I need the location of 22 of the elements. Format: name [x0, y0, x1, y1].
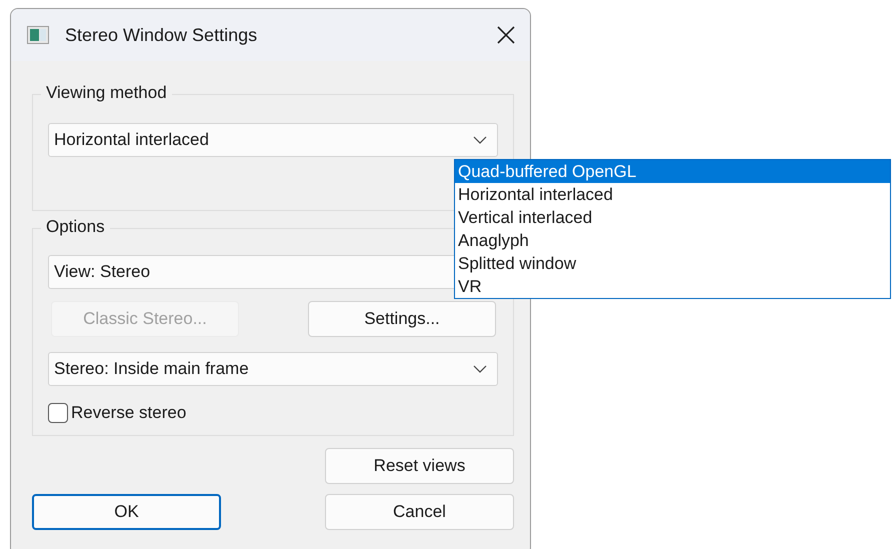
window-title: Stereo Window Settings	[65, 24, 258, 46]
dialog-button[interactable]: Cancel	[325, 494, 514, 530]
dialog-button[interactable]: Reset views	[325, 448, 514, 484]
option-button[interactable]: Settings...	[308, 301, 496, 337]
group-label: Options	[41, 217, 110, 237]
dropdown-option[interactable]: Splitted window	[455, 252, 890, 275]
dropdown-option[interactable]: Horizontal interlaced	[455, 183, 890, 206]
dropdown-option[interactable]: Quad-buffered OpenGL	[455, 160, 890, 183]
dropdown-option[interactable]: Anaglyph	[455, 229, 890, 252]
stereo-dropdown[interactable]: Stereo: Inside main frame	[48, 352, 498, 386]
viewing-method-dropdown[interactable]: Horizontal interlaced	[48, 123, 498, 157]
checkbox[interactable]	[48, 403, 68, 423]
group-label: Viewing method	[41, 83, 172, 103]
window-icon	[27, 26, 49, 44]
chevron-down-icon[interactable]	[473, 365, 487, 373]
chevron-down-icon[interactable]	[473, 136, 487, 144]
dropdown-option[interactable]: Vertical interlaced	[455, 206, 890, 229]
dialog-button[interactable]: OK	[32, 494, 221, 530]
dropdown-option[interactable]: VR	[455, 275, 890, 298]
checkbox-label: Reverse stereo	[71, 403, 186, 423]
view-dropdown[interactable]: View: Stereo	[48, 255, 454, 289]
close-icon[interactable]	[496, 25, 516, 45]
